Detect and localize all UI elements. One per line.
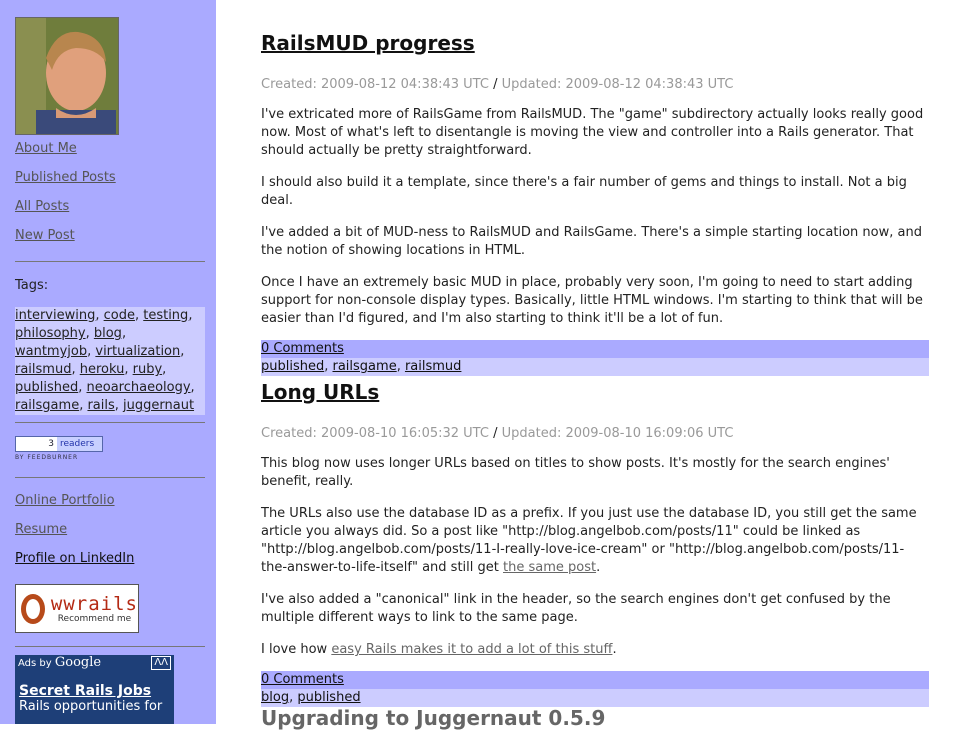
sidebar-divider — [15, 477, 205, 478]
ad-body-text: Rails opportunities for — [19, 699, 163, 714]
post-updated: Updated: 2009-08-10 16:09:06 UTC — [501, 426, 734, 441]
tag-link[interactable]: railsgame — [333, 359, 397, 374]
blog-post: RailsMUD progress Created: 2009-08-12 04… — [261, 31, 929, 376]
meta-separator: / — [493, 77, 498, 92]
post-created: Created: 2009-08-12 04:38:43 UTC — [261, 77, 489, 92]
post-paragraph: I've also added a "canonical" link in th… — [261, 592, 891, 625]
post-meta: Created: 2009-08-12 04:38:43 UTC / Updat… — [261, 77, 929, 92]
new-post-link[interactable]: New Post — [15, 228, 116, 243]
tag-link[interactable]: philosophy — [15, 326, 86, 341]
tag-link[interactable]: wantmyjob — [15, 344, 87, 359]
tag-link[interactable]: code — [104, 308, 135, 323]
post-paragraph: I've extricated more of RailsGame from R… — [261, 107, 924, 158]
ads-by-label: Ads by — [18, 658, 52, 669]
online-portfolio-link[interactable]: Online Portfolio — [15, 493, 134, 508]
tag-link[interactable]: neoarchaeology — [87, 380, 191, 395]
post-paragraph: I love how easy Rails makes it to add a … — [261, 641, 929, 659]
google-logo: Google — [54, 655, 102, 670]
wwrails-badge[interactable]: wwrails Recommend me — [15, 584, 139, 633]
ad-headline-link[interactable]: Secret Rails Jobs — [15, 683, 174, 699]
post-footer: 0 Comments blog, published — [261, 671, 929, 707]
ads-bar: Ads by Google ΛɅ — [15, 655, 174, 671]
all-posts-link[interactable]: All Posts — [15, 199, 116, 214]
tag-link[interactable]: blog — [261, 690, 289, 705]
post-title-link[interactable]: Long URLs — [261, 380, 379, 404]
tag-link[interactable]: railsmud — [15, 362, 71, 377]
reader-count: 3 — [16, 437, 57, 451]
meta-separator: / — [493, 426, 498, 441]
tag-link[interactable]: testing — [143, 308, 188, 323]
reader-label: readers — [60, 439, 95, 449]
feedburner-badge[interactable]: 3 readers BY FEEDBURNER — [15, 436, 103, 463]
about-me-link[interactable]: About Me — [15, 141, 116, 156]
tag-link[interactable]: railsmud — [405, 359, 461, 374]
external-links: Online Portfolio Resume Profile on Linke… — [15, 493, 134, 580]
tag-link[interactable]: heroku — [80, 362, 125, 377]
same-post-link[interactable]: the same post — [503, 560, 596, 575]
sidebar: About Me Published Posts All Posts New P… — [0, 0, 216, 724]
published-posts-link[interactable]: Published Posts — [15, 170, 116, 185]
tag-link[interactable]: blog — [94, 326, 122, 341]
avatar — [15, 17, 119, 135]
post-tags: published, railsgame, railsmud — [261, 358, 929, 376]
linkedin-link[interactable]: Profile on LinkedIn — [15, 551, 134, 566]
tag-link[interactable]: published — [261, 359, 324, 374]
reader-count-box: 3 readers — [15, 436, 103, 452]
post-paragraph: Once I have an extremely basic MUD in pl… — [261, 275, 923, 326]
sidebar-divider — [15, 261, 205, 262]
post-footer: 0 Comments published, railsgame, railsmu… — [261, 340, 929, 376]
post-created: Created: 2009-08-10 16:05:32 UTC — [261, 426, 489, 441]
post-paragraph: I've added a bit of MUD-ness to RailsMUD… — [261, 225, 922, 258]
author-photo — [16, 18, 118, 134]
tag-link[interactable]: railsgame — [15, 398, 79, 413]
google-ads-box: Ads by Google ΛɅ Secret Rails Jobs Rails… — [15, 655, 174, 724]
post-meta: Created: 2009-08-10 16:05:32 UTC / Updat… — [261, 426, 929, 441]
post-paragraph: I should also build it a template, since… — [261, 175, 907, 208]
wwrails-brand: wwrails — [50, 592, 138, 615]
sidebar-nav: About Me Published Posts All Posts New P… — [15, 141, 116, 257]
tag-link[interactable]: rails — [87, 398, 114, 413]
resume-link[interactable]: Resume — [15, 522, 134, 537]
tag-link[interactable]: ruby — [133, 362, 163, 377]
post-paragraph: This blog now uses longer URLs based on … — [261, 456, 890, 489]
comments-link[interactable]: 0 Comments — [261, 672, 344, 687]
sidebar-divider — [15, 646, 205, 647]
comments-link[interactable]: 0 Comments — [261, 341, 344, 356]
paragraph-end: . — [612, 642, 617, 657]
sidebar-divider — [15, 422, 205, 423]
easy-rails-link[interactable]: easy Rails makes it to add a lot of this… — [331, 642, 612, 657]
paragraph-end: . — [596, 560, 601, 575]
wwrails-logo-icon — [21, 593, 45, 624]
tag-link[interactable]: published — [15, 380, 78, 395]
tag-link[interactable]: interviewing — [15, 308, 95, 323]
paragraph-text: I love how — [261, 642, 332, 657]
feedburner-credit: BY FEEDBURNER — [15, 454, 79, 461]
tags-title: Tags: — [15, 278, 49, 293]
wwrails-recommend: Recommend me — [57, 613, 132, 624]
post-paragraph: The URLs also use the database ID as a p… — [261, 505, 929, 577]
tag-link[interactable]: published — [297, 690, 360, 705]
post-tags: blog, published — [261, 689, 929, 707]
blog-post: Long URLs Created: 2009-08-10 16:05:32 U… — [261, 380, 929, 707]
post-updated: Updated: 2009-08-12 04:38:43 UTC — [501, 77, 734, 92]
ads-nav-arrows-icon[interactable]: ΛɅ — [151, 656, 171, 670]
next-post-title[interactable]: Upgrading to Juggernaut 0.5.9 — [261, 706, 605, 730]
tag-cloud: interviewing, code, testing, philosophy,… — [15, 307, 205, 415]
post-title-link[interactable]: RailsMUD progress — [261, 31, 475, 55]
tag-link[interactable]: juggernaut — [123, 398, 194, 413]
tag-link[interactable]: virtualization — [95, 344, 180, 359]
